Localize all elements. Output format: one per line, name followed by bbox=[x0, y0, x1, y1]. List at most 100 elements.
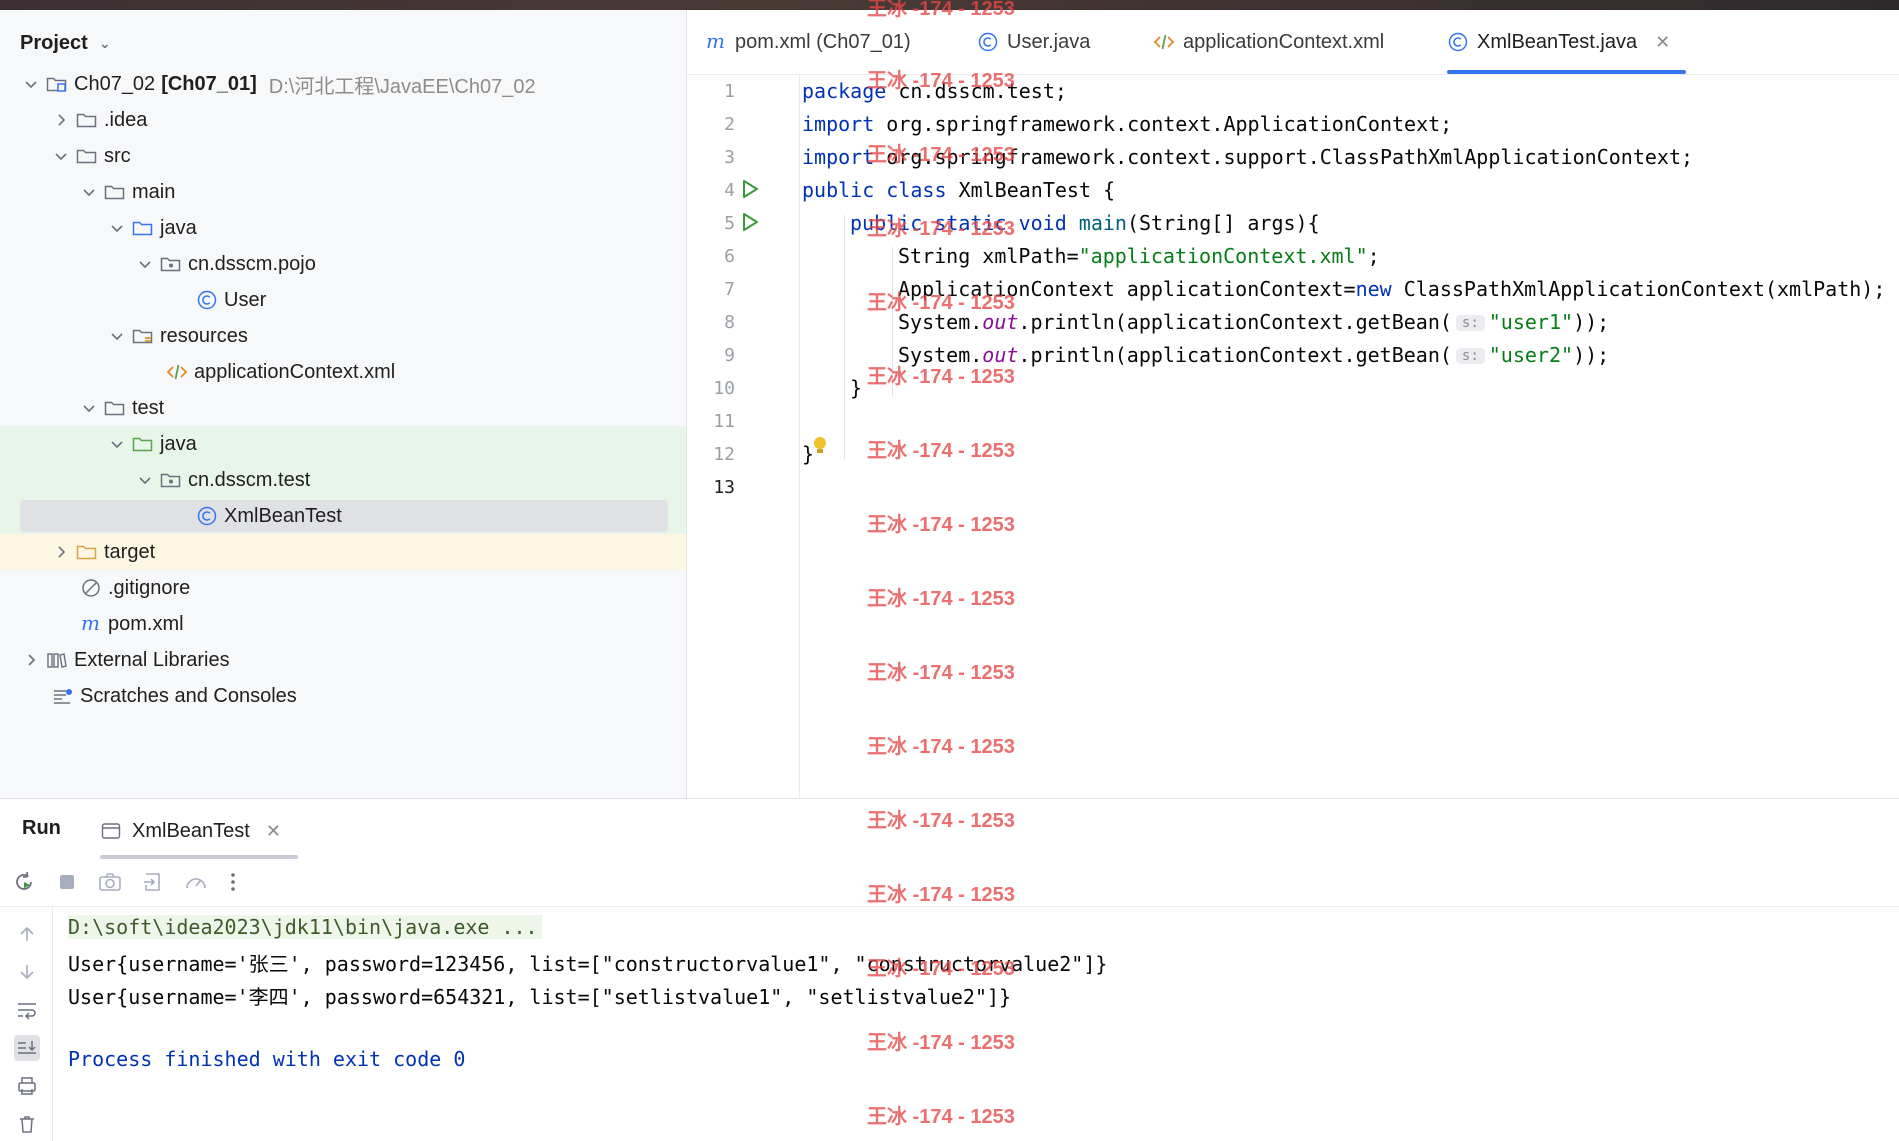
project-panel-header[interactable]: Project ⌄ bbox=[20, 32, 114, 55]
tree-item-main-java[interactable]: java bbox=[0, 210, 686, 246]
svg-text:m: m bbox=[706, 32, 725, 52]
code-token: new bbox=[1355, 277, 1392, 301]
tree-item-label: resources bbox=[160, 324, 248, 347]
parameter-hint: s: bbox=[1455, 315, 1485, 331]
camera-icon[interactable] bbox=[98, 871, 122, 898]
run-main-icon[interactable] bbox=[739, 211, 761, 233]
tab-application-context-xml[interactable]: applicationContext.xml bbox=[1153, 10, 1384, 74]
line-number: 4 bbox=[724, 180, 735, 201]
test-source-folder-icon bbox=[132, 434, 154, 454]
watermark: 王冰 -174 - 1253 bbox=[867, 662, 1015, 684]
tree-item-package-test[interactable]: cn.dsscm.test bbox=[0, 462, 686, 498]
watermark: 王冰 -174 - 1253 bbox=[867, 440, 1015, 462]
line-number: 8 bbox=[724, 312, 735, 333]
run-class-icon[interactable] bbox=[739, 178, 761, 200]
watermark: 王冰 -174 - 1253 bbox=[867, 958, 1015, 980]
console-line-exit: Process finished with exit code 0 bbox=[68, 1047, 466, 1071]
maven-icon: m bbox=[80, 614, 102, 634]
chevron-right-icon[interactable] bbox=[52, 543, 70, 561]
tree-item-project-root[interactable]: Ch07_02 [Ch07_01] D:\河北工程\JavaEE\Ch07_02 bbox=[0, 66, 686, 102]
tree-item-gitignore[interactable]: .gitignore bbox=[0, 570, 686, 606]
chevron-down-icon[interactable]: ⌄ bbox=[96, 35, 114, 53]
more-options-icon[interactable] bbox=[228, 871, 238, 898]
library-icon bbox=[46, 650, 68, 670]
code-token: "applicationContext.xml" bbox=[1078, 244, 1368, 268]
tab-label: pom.xml (Ch07_01) bbox=[735, 30, 911, 53]
code-line-10: } bbox=[850, 376, 862, 400]
tree-item-pom[interactable]: m pom.xml bbox=[0, 606, 686, 642]
line-number: 7 bbox=[724, 279, 735, 300]
rerun-icon[interactable] bbox=[12, 870, 36, 899]
trash-icon[interactable] bbox=[14, 1111, 40, 1137]
tree-item-test[interactable]: test bbox=[0, 390, 686, 426]
run-tab-xmlbeantest[interactable]: XmlBeanTest ✕ bbox=[100, 813, 281, 849]
xml-file-icon bbox=[1153, 32, 1175, 52]
xml-file-icon bbox=[166, 362, 188, 382]
close-icon[interactable]: ✕ bbox=[266, 821, 281, 842]
profiler-icon[interactable] bbox=[184, 871, 208, 898]
soft-wrap-icon[interactable] bbox=[14, 997, 40, 1023]
chevron-right-icon[interactable] bbox=[52, 111, 70, 129]
run-tab-underline bbox=[100, 855, 298, 859]
tree-item-external-libraries[interactable]: External Libraries bbox=[0, 642, 686, 678]
print-icon[interactable] bbox=[14, 1073, 40, 1099]
run-panel-title[interactable]: Run bbox=[22, 817, 61, 840]
run-side-toolbar bbox=[0, 907, 53, 1141]
code-token: )); bbox=[1573, 310, 1610, 334]
console-line-command: D:\soft\idea2023\jdk11\bin\java.exe ... bbox=[68, 915, 542, 939]
line-number: 6 bbox=[724, 246, 735, 267]
watermark: 王冰 -174 - 1253 bbox=[867, 736, 1015, 758]
tab-xmlbeantest-java[interactable]: XmlBeanTest.java ✕ bbox=[1447, 10, 1687, 74]
line-number: 9 bbox=[724, 345, 735, 366]
tree-item-main[interactable]: main bbox=[0, 174, 686, 210]
maven-icon: m bbox=[705, 32, 727, 52]
chevron-right-icon[interactable] bbox=[22, 651, 40, 669]
tree-item-label: XmlBeanTest bbox=[224, 504, 342, 527]
tree-item-test-java[interactable]: java bbox=[0, 426, 686, 462]
lightbulb-icon[interactable] bbox=[812, 435, 828, 457]
line-number: 12 bbox=[713, 444, 735, 465]
tree-item-label: applicationContext.xml bbox=[194, 360, 396, 383]
chevron-down-icon[interactable] bbox=[108, 219, 126, 237]
class-icon bbox=[196, 290, 218, 310]
chevron-down-icon[interactable] bbox=[136, 471, 154, 489]
code-token: .println(applicationContext.getBean( bbox=[1018, 343, 1452, 367]
chevron-down-icon[interactable] bbox=[52, 147, 70, 165]
tree-item-resources[interactable]: resources bbox=[0, 318, 686, 354]
code-token: XmlBeanTest { bbox=[946, 178, 1116, 202]
tree-item-path: D:\河北工程\JavaEE\Ch07_02 bbox=[268, 75, 536, 98]
watermark: 王冰 -174 - 1253 bbox=[867, 884, 1015, 906]
watermark: 王冰 -174 - 1253 bbox=[867, 0, 1015, 20]
code-token: import bbox=[802, 112, 875, 136]
scroll-to-end-icon[interactable] bbox=[14, 1035, 40, 1061]
arrow-down-icon[interactable] bbox=[14, 959, 40, 985]
class-icon bbox=[1447, 32, 1469, 52]
tree-item-package-pojo[interactable]: cn.dsscm.pojo bbox=[0, 246, 686, 282]
chevron-down-icon[interactable] bbox=[80, 183, 98, 201]
tree-item-label: Scratches and Consoles bbox=[80, 684, 297, 707]
chevron-down-icon[interactable] bbox=[136, 255, 154, 273]
tree-item-scratches[interactable]: Scratches and Consoles bbox=[0, 678, 686, 714]
code-token: public class bbox=[802, 178, 947, 202]
tree-item-src[interactable]: src bbox=[0, 138, 686, 174]
stop-icon[interactable] bbox=[56, 871, 78, 898]
chevron-down-icon[interactable] bbox=[80, 399, 98, 417]
chevron-down-icon[interactable] bbox=[108, 327, 126, 345]
close-icon[interactable]: ✕ bbox=[1655, 32, 1670, 53]
excluded-folder-icon bbox=[76, 542, 98, 562]
tree-item-module: [Ch07_01] bbox=[161, 72, 257, 95]
tree-item-class-user[interactable]: User bbox=[0, 282, 686, 318]
source-folder-icon bbox=[132, 218, 154, 238]
console-icon bbox=[100, 821, 122, 841]
tree-item-label: User bbox=[224, 288, 267, 311]
tree-item-xml-file[interactable]: applicationContext.xml bbox=[0, 354, 686, 390]
code-line-2: import org.springframework.context.Appli… bbox=[802, 112, 1452, 136]
tree-item-class-xmlbeantest[interactable]: XmlBeanTest bbox=[0, 498, 686, 534]
tree-item-idea[interactable]: .idea bbox=[0, 102, 686, 138]
chevron-down-icon[interactable] bbox=[22, 75, 40, 93]
exit-icon[interactable] bbox=[142, 871, 164, 898]
arrow-up-icon[interactable] bbox=[14, 921, 40, 947]
code-line-6: String xmlPath="applicationContext.xml"; bbox=[898, 244, 1380, 268]
chevron-down-icon[interactable] bbox=[108, 435, 126, 453]
tree-item-target[interactable]: target bbox=[0, 534, 686, 570]
